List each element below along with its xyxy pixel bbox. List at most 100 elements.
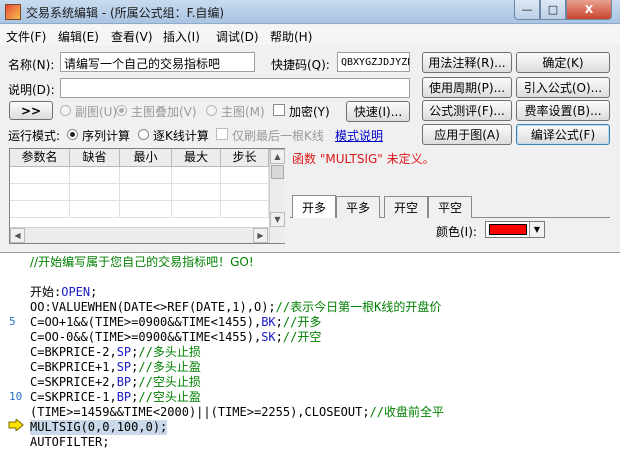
param-cell[interactable] bbox=[70, 167, 120, 184]
mainchart-radio[interactable] bbox=[206, 105, 217, 116]
sequence-calc-label: 序列计算 bbox=[82, 129, 131, 143]
param-header-min: 最小 bbox=[120, 149, 172, 167]
param-vertical-scrollbar[interactable]: ▲ ▼ bbox=[269, 149, 285, 243]
compile-formula-button[interactable]: 编译公式(F) bbox=[516, 124, 610, 145]
last-bar-only-label: 仅刷最后一根K线 bbox=[232, 129, 324, 143]
tab-close-short[interactable]: 平空 bbox=[428, 196, 472, 218]
param-horizontal-scrollbar[interactable]: ◀ ▶ bbox=[10, 227, 269, 243]
menu-bar: 文件(F) 编辑(E) 查看(V) 插入(I) 调试(D) 帮助(H) bbox=[0, 25, 620, 45]
code-line: C=BKPRICE-2,SP;//多头止损 bbox=[30, 345, 201, 359]
line-number: 10 bbox=[9, 390, 23, 403]
fast-button[interactable]: 快速(I)... bbox=[346, 101, 410, 122]
color-label: 颜色(I): bbox=[436, 225, 477, 239]
maximize-button[interactable]: □ bbox=[540, 0, 566, 20]
app-icon bbox=[5, 4, 21, 20]
per-bar-calc-label: 逐K线计算 bbox=[153, 129, 209, 143]
code-line: AUTOFILTER; bbox=[30, 435, 110, 449]
menu-edit[interactable]: 编辑(E) bbox=[58, 28, 99, 45]
tab-open-long[interactable]: 开多 bbox=[292, 195, 336, 218]
param-cell[interactable] bbox=[172, 167, 221, 184]
shortcut-input[interactable]: QBXYGZJDJYZB bbox=[337, 52, 410, 72]
usage-notes-button[interactable]: 用法注释(R)... bbox=[422, 52, 512, 73]
menu-view[interactable]: 查看(V) bbox=[111, 28, 153, 45]
run-mode-label: 运行模式: bbox=[8, 129, 61, 143]
scroll-left-icon[interactable]: ◀ bbox=[10, 228, 25, 243]
menu-help[interactable]: 帮助(H) bbox=[270, 28, 312, 45]
apply-to-chart-button[interactable]: 应用于图(A) bbox=[422, 124, 512, 145]
param-cell[interactable] bbox=[10, 167, 70, 184]
mode-help-link[interactable]: 模式说明 bbox=[335, 127, 383, 144]
scroll-right-icon[interactable]: ▶ bbox=[253, 228, 268, 243]
shortcut-label: 快捷码(Q): bbox=[271, 58, 330, 72]
color-picker[interactable]: ▼ bbox=[485, 221, 545, 238]
tab-open-short[interactable]: 开空 bbox=[384, 196, 428, 218]
sequence-calc-radio[interactable] bbox=[67, 129, 78, 140]
expand-button[interactable]: >> bbox=[9, 101, 53, 120]
menu-file[interactable]: 文件(F) bbox=[6, 28, 46, 45]
ok-button[interactable]: 确定(K) bbox=[516, 52, 610, 73]
title-bar: 交易系统编辑 - (所属公式组：F.自编) — □ X bbox=[0, 0, 620, 24]
code-editor[interactable]: 5 10 //开始编写属于您自己的交易指标吧！GO! 开始:OPEN; OO:V… bbox=[0, 252, 620, 473]
scroll-up-icon[interactable]: ▲ bbox=[270, 149, 285, 164]
line-number: 5 bbox=[9, 315, 16, 328]
code-line: C=BKPRICE+1,SP;//多头止盈 bbox=[30, 360, 201, 374]
param-cell[interactable] bbox=[10, 184, 70, 201]
description-input[interactable] bbox=[60, 78, 410, 98]
encrypt-checkbox[interactable] bbox=[273, 104, 285, 116]
fee-settings-button[interactable]: 费率设置(B)... bbox=[516, 100, 610, 121]
subchart-radio[interactable] bbox=[60, 105, 71, 116]
param-cell[interactable] bbox=[221, 201, 269, 218]
param-header-default: 缺省 bbox=[70, 149, 120, 167]
menu-insert[interactable]: 插入(I) bbox=[163, 28, 200, 45]
code-line: //开始编写属于您自己的交易指标吧！GO! bbox=[30, 255, 254, 269]
param-header-step: 步长 bbox=[221, 149, 269, 167]
code-line: C=OO-0&&(TIME>=0900&&TIME<1455),SK;//开空 bbox=[30, 330, 322, 344]
param-cell[interactable] bbox=[172, 201, 221, 218]
last-bar-only-checkbox[interactable] bbox=[216, 128, 228, 140]
close-button[interactable]: X bbox=[566, 0, 612, 20]
window-title: 交易系统编辑 - (所属公式组：F.自编) bbox=[26, 6, 225, 20]
code-line: OO:VALUEWHEN(DATE<>REF(DATE,1),O);//表示今日… bbox=[30, 300, 442, 314]
name-input[interactable]: 请编写一个自己的交易指标吧 bbox=[60, 52, 255, 72]
menu-debug[interactable]: 调试(D) bbox=[216, 28, 259, 45]
mainchart-label: 主图(M) bbox=[221, 105, 265, 119]
subchart-label: 副图(U) bbox=[75, 105, 118, 119]
overlay-label: 主图叠加(V) bbox=[131, 105, 197, 119]
param-cell[interactable] bbox=[221, 167, 269, 184]
scroll-down-icon[interactable]: ▼ bbox=[270, 212, 285, 227]
param-header-max: 最大 bbox=[172, 149, 221, 167]
param-header-name: 参数名 bbox=[10, 149, 70, 167]
tab-close-long[interactable]: 平多 bbox=[336, 196, 380, 218]
import-formula-button[interactable]: 引入公式(O)... bbox=[516, 77, 610, 98]
param-cell[interactable] bbox=[120, 167, 172, 184]
formula-test-button[interactable]: 公式测评(F)... bbox=[422, 100, 512, 121]
error-message: 函数 "MULTSIG" 未定义。 bbox=[292, 152, 435, 166]
per-bar-calc-radio[interactable] bbox=[138, 129, 149, 140]
color-swatch bbox=[489, 224, 527, 235]
editor-gutter: 5 10 bbox=[0, 253, 26, 473]
code-line: C=SKPRICE-1,BP;//空头止盈 bbox=[30, 390, 201, 404]
description-label: 说明(D): bbox=[8, 83, 55, 97]
param-cell[interactable] bbox=[120, 201, 172, 218]
code-line: C=SKPRICE+2,BP;//空头止损 bbox=[30, 375, 201, 389]
param-cell[interactable] bbox=[172, 184, 221, 201]
period-button[interactable]: 使用周期(P)... bbox=[422, 77, 512, 98]
minimize-button[interactable]: — bbox=[514, 0, 540, 20]
name-label: 名称(N): bbox=[8, 58, 55, 72]
dropdown-arrow-icon[interactable]: ▼ bbox=[529, 222, 544, 237]
param-cell[interactable] bbox=[70, 184, 120, 201]
param-cell[interactable] bbox=[70, 201, 120, 218]
encrypt-label: 加密(Y) bbox=[289, 105, 330, 119]
code-line: 开始:OPEN; bbox=[30, 285, 98, 299]
param-cell[interactable] bbox=[221, 184, 269, 201]
overlay-radio[interactable] bbox=[116, 105, 127, 116]
param-cell[interactable] bbox=[10, 201, 70, 218]
scroll-thumb[interactable] bbox=[271, 165, 284, 179]
signal-tabs: 开多 平多 开空 平空 bbox=[290, 195, 610, 218]
code-line: C=OO+1&&(TIME>=0900&&TIME<1455),BK;//开多 bbox=[30, 315, 322, 329]
code-line-highlighted: MULTSIG(0,0,100,0); bbox=[30, 420, 168, 435]
param-cell[interactable] bbox=[120, 184, 172, 201]
code-line: (TIME>=1459&&TIME<2000)||(TIME>=2255),CL… bbox=[30, 405, 445, 419]
current-line-arrow-icon bbox=[8, 419, 24, 431]
parameter-table: 参数名 缺省 最小 最大 步长 ▲ ▼ ◀ ▶ bbox=[9, 148, 285, 244]
